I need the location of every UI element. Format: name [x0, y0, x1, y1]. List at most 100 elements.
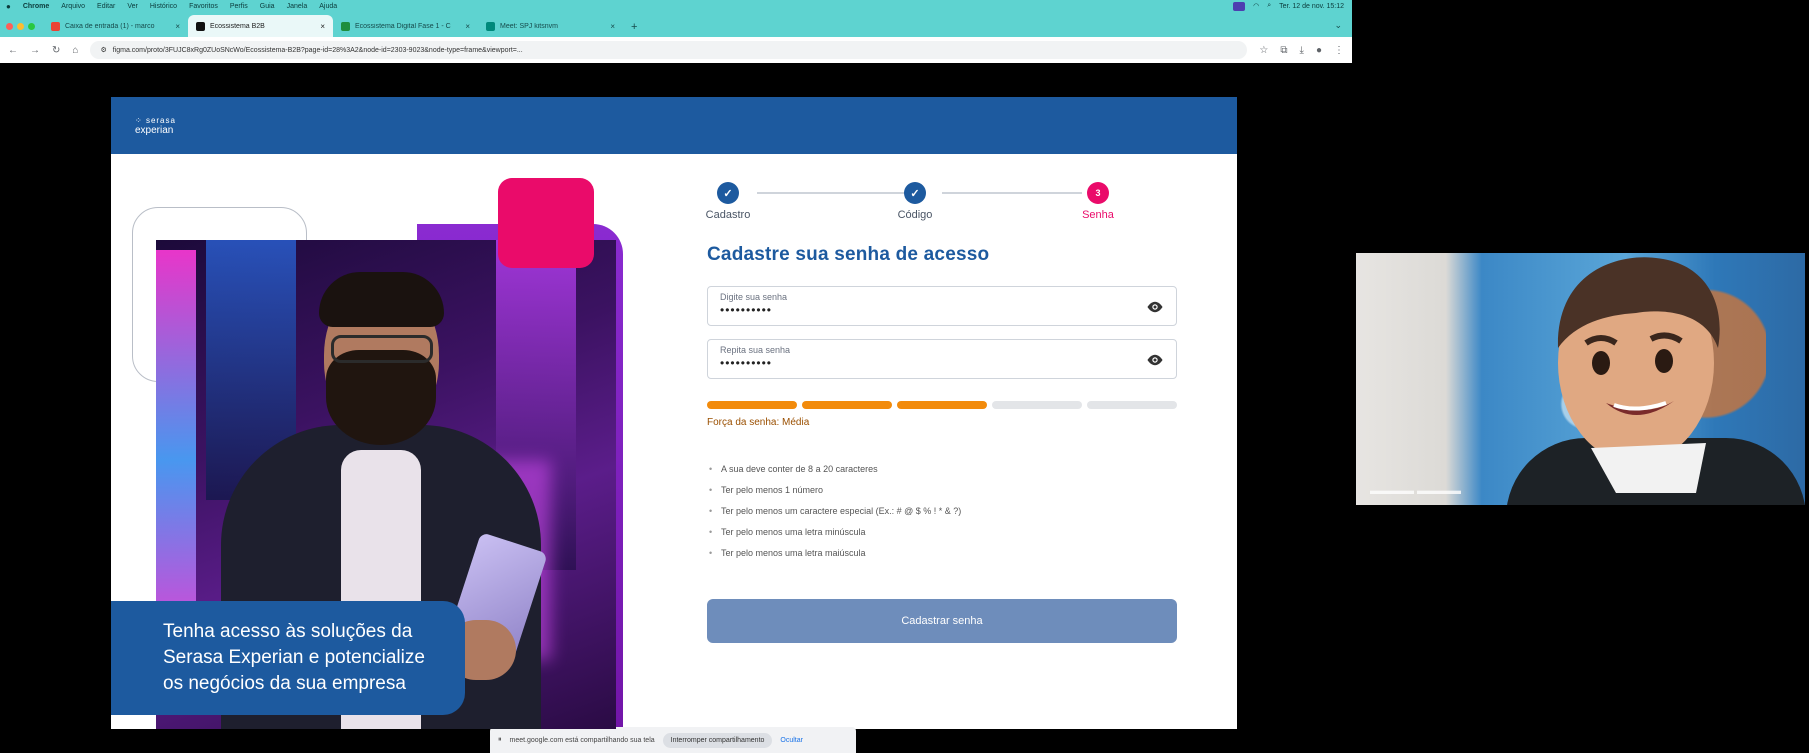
- 3d-avatar-face: [1557, 257, 1720, 493]
- photo-hair: [319, 272, 444, 327]
- menu-ver[interactable]: Ver: [127, 3, 138, 10]
- menu-ajuda[interactable]: Ajuda: [319, 3, 337, 10]
- step-number: 3: [1087, 182, 1109, 204]
- close-tab-icon[interactable]: ×: [610, 22, 615, 31]
- browser-tab-meet[interactable]: Meet: SPJ kitsnvm ×: [478, 15, 623, 37]
- password-value: ••••••••••: [720, 303, 773, 317]
- screen-sharing-bar: ⏸ meet.google.com está compartilhando su…: [490, 727, 856, 753]
- reload-icon[interactable]: ↻: [52, 45, 60, 56]
- form-title: Cadastre sua senha de acesso: [707, 244, 990, 265]
- download-icon[interactable]: ⤓: [1300, 45, 1304, 56]
- strength-segment: [707, 401, 797, 409]
- password-rule: Ter pelo menos uma letra minúscula: [707, 527, 1177, 537]
- menubar-status: ◠ ⌕ Ter. 12 de nov. 15:12: [1233, 1, 1352, 11]
- step-label: Código: [897, 209, 933, 221]
- extensions-icon[interactable]: ⧉: [1280, 45, 1287, 56]
- hero-banner-text: Tenha acesso às soluções da Serasa Exper…: [111, 601, 465, 715]
- site-info-icon[interactable]: ⚙: [100, 46, 106, 54]
- photo-glasses: [331, 335, 433, 363]
- submit-password-button[interactable]: Cadastrar senha: [707, 599, 1177, 643]
- step-senha: 3 Senha: [1068, 182, 1128, 221]
- address-url: figma.com/proto/3FUJC8xRg0ZUoSNcWo/Ecoss…: [112, 46, 523, 54]
- password-strength-text: Força da senha: Média: [707, 417, 810, 428]
- close-tab-icon[interactable]: ×: [175, 22, 180, 31]
- figma-icon: [196, 21, 205, 31]
- confirm-password-label: Repita sua senha: [720, 345, 791, 355]
- prototype-frame: ⁘ serasa experian Tenha acesso às soluçõ…: [111, 97, 1237, 729]
- address-bar[interactable]: ⚙ figma.com/proto/3FUJC8xRg0ZUoSNcWo/Eco…: [90, 41, 1248, 59]
- strength-segment: [1087, 401, 1177, 409]
- menu-chrome[interactable]: Chrome: [23, 3, 49, 10]
- window-controls: [4, 15, 43, 37]
- sheets-icon: [341, 21, 350, 31]
- back-icon[interactable]: ←: [8, 45, 18, 56]
- show-password-eye-icon[interactable]: [1146, 351, 1164, 369]
- show-password-eye-icon[interactable]: [1146, 298, 1164, 316]
- menu-janela[interactable]: Janela: [287, 3, 308, 10]
- password-rules: A sua deve conter de 8 a 20 caracteres T…: [707, 464, 1177, 558]
- browser-tab-sheets[interactable]: Ecossistema Digital Fase 1 - C ×: [333, 15, 478, 37]
- menu-editar[interactable]: Editar: [97, 3, 115, 10]
- participant-name: ▬▬▬▬ ▬▬▬▬: [1370, 485, 1462, 497]
- browser-toolbar: ← → ↻ ⌂ ⚙ figma.com/proto/3FUJC8xRg0ZUoS…: [0, 37, 1352, 63]
- strength-segment: [897, 401, 987, 409]
- menubar-clock[interactable]: Ter. 12 de nov. 15:12: [1279, 3, 1344, 10]
- profile-icon[interactable]: ●: [1316, 45, 1322, 56]
- home-icon[interactable]: ⌂: [72, 45, 78, 56]
- new-tab-button[interactable]: +: [623, 21, 645, 37]
- menu-favoritos[interactable]: Favoritos: [189, 3, 218, 10]
- participant-video-tile[interactable]: ▬▬▬▬ ▬▬▬▬: [1356, 253, 1805, 505]
- password-rule: Ter pelo menos um caractere especial (Ex…: [707, 506, 1177, 516]
- apple-icon[interactable]: ●: [6, 2, 11, 11]
- wifi-icon[interactable]: ◠: [1253, 2, 1259, 10]
- browser-tab-gmail[interactable]: Caixa de entrada (1) - marco ×: [43, 15, 188, 37]
- password-rule: Ter pelo menos uma letra maiúscula: [707, 548, 1177, 558]
- minimize-window-icon[interactable]: [17, 22, 24, 30]
- menu-historico[interactable]: Histórico: [150, 3, 177, 10]
- close-window-icon[interactable]: [6, 22, 13, 30]
- password-field[interactable]: Digite sua senha ••••••••••: [707, 286, 1177, 326]
- check-icon: ✓: [904, 182, 926, 204]
- forward-icon[interactable]: →: [30, 45, 40, 56]
- progress-stepper: ✓ Cadastro ✓ Código 3 Senha: [706, 154, 1177, 224]
- step-cadastro: ✓ Cadastro: [698, 182, 758, 221]
- password-strength-meter: [707, 401, 1177, 409]
- photo-beard: [326, 350, 436, 445]
- close-tab-icon[interactable]: ×: [320, 22, 325, 31]
- menu-guia[interactable]: Guia: [260, 3, 275, 10]
- logo-line-2: experian: [135, 124, 174, 136]
- serasa-experian-logo[interactable]: ⁘ serasa experian: [135, 116, 176, 136]
- step-label: Senha: [1082, 209, 1114, 221]
- search-icon[interactable]: ⌕: [1267, 2, 1271, 10]
- password-label: Digite sua senha: [720, 292, 788, 302]
- strength-segment: [802, 401, 892, 409]
- site-header: ⁘ serasa experian: [111, 97, 1237, 154]
- browser-menu-icon[interactable]: ⋮: [1334, 45, 1344, 56]
- maximize-window-icon[interactable]: [28, 22, 35, 30]
- tab-title: Ecossistema B2B: [210, 22, 265, 30]
- password-form: ✓ Cadastro ✓ Código 3 Senha Cadastre sua…: [706, 154, 1177, 729]
- menu-perfis[interactable]: Perfis: [230, 3, 248, 10]
- bookmark-star-icon[interactable]: ☆: [1259, 45, 1268, 56]
- confirm-password-value: ••••••••••: [720, 356, 773, 370]
- screen-share-icon[interactable]: [1233, 1, 1246, 11]
- tab-title: Caixa de entrada (1) - marco: [65, 22, 155, 30]
- mac-menubar: ● Chrome Arquivo Editar Ver Histórico Fa…: [0, 0, 1352, 12]
- tab-title: Ecossistema Digital Fase 1 - C: [355, 22, 451, 30]
- logo-line-1: serasa: [145, 115, 176, 125]
- stepper-line: [942, 192, 1082, 194]
- gmail-icon: [51, 21, 60, 31]
- meet-icon: [486, 21, 495, 31]
- tab-search-icon[interactable]: ⌄: [1324, 20, 1352, 37]
- password-rule: A sua deve conter de 8 a 20 caracteres: [707, 464, 1177, 474]
- step-label: Cadastro: [705, 209, 751, 221]
- menu-arquivo[interactable]: Arquivo: [61, 3, 85, 10]
- sharing-notice: meet.google.com está compartilhando sua …: [509, 736, 655, 744]
- browser-tab-figma[interactable]: Ecossistema B2B ×: [188, 15, 333, 37]
- stop-sharing-button[interactable]: Interromper compartilhamento: [662, 732, 773, 748]
- decorative-pink-square: [498, 178, 594, 268]
- hide-sharing-bar-button[interactable]: Ocultar: [780, 737, 803, 744]
- password-rule: Ter pelo menos 1 número: [707, 485, 1177, 495]
- close-tab-icon[interactable]: ×: [465, 22, 470, 31]
- confirm-password-field[interactable]: Repita sua senha ••••••••••: [707, 339, 1177, 379]
